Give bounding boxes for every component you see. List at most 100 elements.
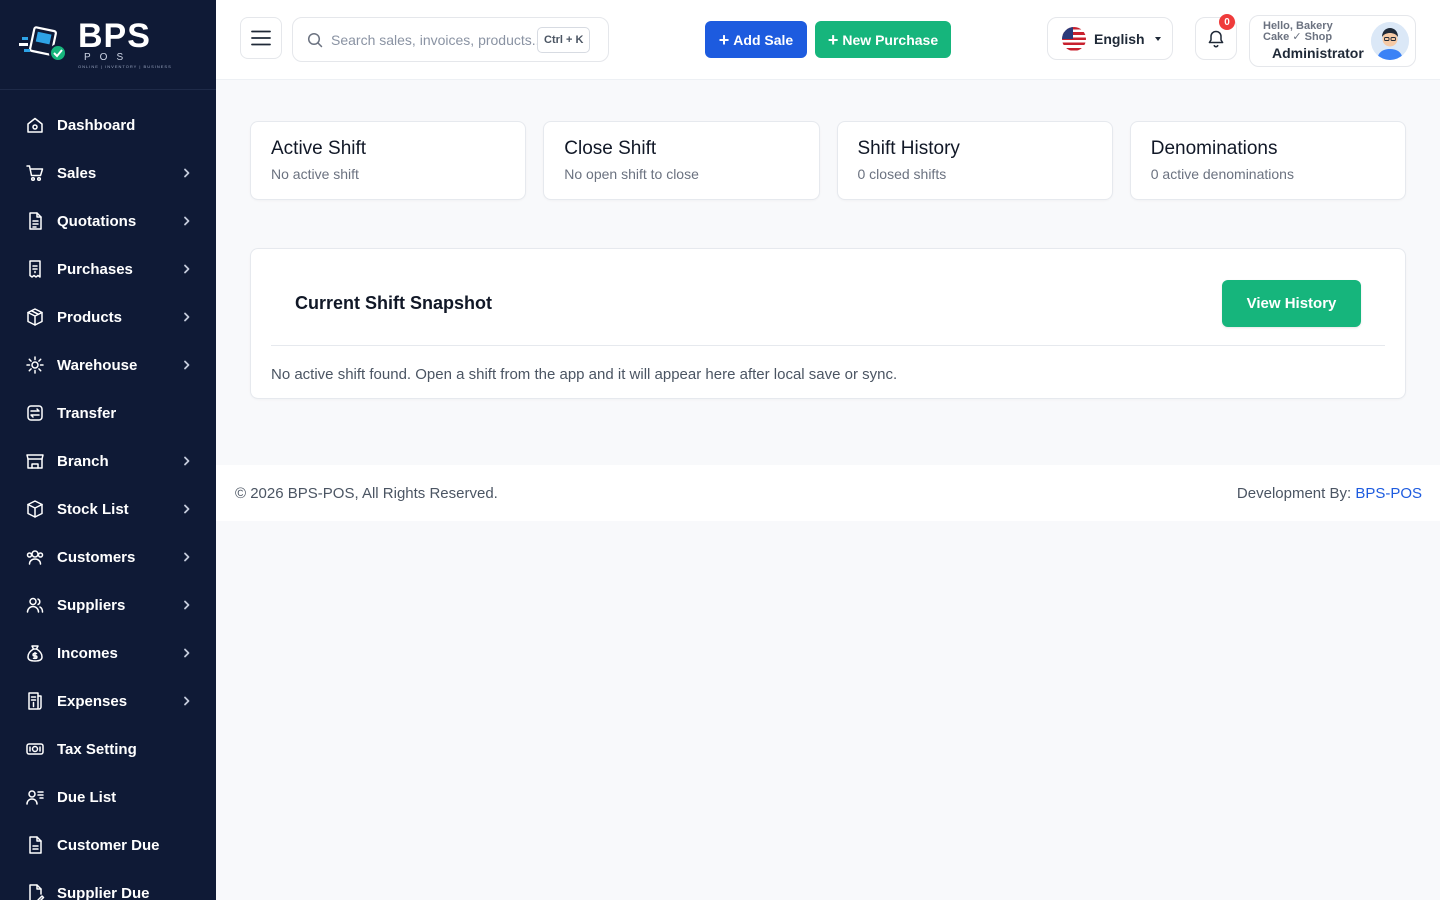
chevron-right-icon (182, 216, 192, 226)
sidebar-item-due-list[interactable]: Due List (0, 773, 216, 821)
new-purchase-label: New Purchase (842, 31, 939, 48)
pos-terminal-icon (18, 23, 70, 67)
card-close-shift[interactable]: Close Shift No open shift to close (543, 121, 820, 200)
language-selector[interactable]: English (1047, 17, 1173, 60)
plus-icon: + (827, 29, 839, 50)
card-subtitle: No active shift (271, 166, 359, 182)
sidebar: BPS POS ONLINE | INVENTORY | BUSINESS Da… (0, 0, 216, 900)
brand-name: BPS (78, 16, 151, 55)
card-title: Close Shift (564, 138, 657, 159)
sidebar-item-label: Products (57, 308, 123, 326)
sidebar-item-products[interactable]: Products (0, 293, 216, 341)
view-history-button[interactable]: View History (1222, 280, 1361, 327)
add-sale-button[interactable]: + Add Sale (705, 21, 807, 58)
chevron-right-icon (182, 312, 192, 322)
sidebar-item-branch[interactable]: Branch (0, 437, 216, 485)
sidebar-item-customers[interactable]: Customers (0, 533, 216, 581)
sidebar-item-label: Expenses (57, 692, 128, 710)
sidebar-item-suppliers[interactable]: Suppliers (0, 581, 216, 629)
card-subtitle: 0 active denominations (1150, 166, 1294, 182)
sidebar-item-transfer[interactable]: Transfer (0, 389, 216, 437)
brand-tagline: ONLINE | INVENTORY | BUSINESS (78, 63, 172, 69)
copyright-text: © 2026 BPS-POS, All Rights Reserved. (235, 485, 498, 502)
panel-title: Current Shift Snapshot (295, 293, 492, 313)
footer: © 2026 BPS-POS, All Rights Reserved. Dev… (216, 465, 1440, 521)
cash-icon (25, 739, 45, 759)
chevron-right-icon (182, 504, 192, 514)
avatar (1371, 22, 1409, 60)
user-list-icon (25, 787, 45, 807)
new-purchase-button[interactable]: + New Purchase (815, 21, 951, 58)
current-shift-snapshot-panel: Current Shift Snapshot View History No a… (250, 248, 1406, 399)
sidebar-item-warehouse[interactable]: Warehouse (0, 341, 216, 389)
sidebar-item-dashboard[interactable]: Dashboard (0, 101, 216, 149)
users-icon (25, 547, 45, 567)
sidebar-item-expenses[interactable]: Expenses (0, 677, 216, 725)
developer-prefix: Development By: (1236, 485, 1356, 502)
menu-toggle-button[interactable] (240, 17, 282, 59)
document-icon (25, 211, 45, 231)
sidebar-item-label: Customer Due (57, 836, 160, 854)
sidebar-item-label: Customers (57, 548, 136, 566)
box-icon (25, 307, 45, 327)
card-title: Active Shift (271, 138, 367, 159)
developer-credit: Development By: BPS-POS (1237, 485, 1422, 502)
sidebar-item-tax-setting[interactable]: Tax Setting (0, 725, 216, 773)
chevron-right-icon (182, 168, 192, 178)
file-edit-icon (25, 883, 45, 900)
warehouse-gear-icon (25, 355, 45, 375)
chevron-right-icon (182, 648, 192, 658)
chevron-right-icon (182, 600, 192, 610)
divider (271, 345, 1385, 346)
chevron-right-icon (182, 456, 192, 466)
home-icon (25, 115, 45, 135)
cube-icon (25, 499, 45, 519)
sidebar-item-customer-due[interactable]: Customer Due (0, 821, 216, 869)
sidebar-item-label: Incomes (57, 644, 118, 662)
sidebar-item-supplier-due[interactable]: Supplier Due (0, 869, 216, 900)
chevron-right-icon (182, 360, 192, 370)
developer-link[interactable]: BPS-POS (1355, 485, 1422, 502)
sidebar-item-quotations[interactable]: Quotations (0, 197, 216, 245)
sidebar-item-stock-list[interactable]: Stock List (0, 485, 216, 533)
us-flag-icon (1062, 26, 1086, 51)
sidebar-nav: Dashboard Sales Quotations Purchases Product… (0, 90, 216, 900)
user-group-icon (25, 595, 45, 615)
shift-summary-cards: Active Shift No active shift Close Shift… (250, 121, 1406, 200)
chevron-right-icon (182, 552, 192, 562)
bill-icon (25, 691, 45, 711)
sidebar-item-label: Tax Setting (57, 740, 137, 758)
plus-icon: + (718, 29, 730, 50)
user-profile-menu[interactable]: Hello, Bakery Cake ✓ Shop Administrator (1249, 15, 1416, 67)
card-denominations[interactable]: Denominations 0 active denominations (1129, 121, 1406, 200)
chevron-right-icon (182, 264, 192, 274)
search-icon (307, 32, 323, 47)
card-active-shift[interactable]: Active Shift No active shift (250, 121, 527, 200)
search-shortcut: Ctrl + K (537, 26, 591, 53)
empty-state-message: No active shift found. Open a shift from… (271, 366, 898, 383)
card-shift-history[interactable]: Shift History 0 closed shifts (836, 121, 1113, 200)
sidebar-item-sales[interactable]: Sales (0, 149, 216, 197)
card-title: Shift History (857, 138, 960, 159)
transfer-icon (25, 403, 45, 423)
sidebar-item-label: Dashboard (57, 116, 136, 134)
brand-logo[interactable]: BPS POS ONLINE | INVENTORY | BUSINESS (0, 0, 216, 90)
language-label: English (1094, 30, 1145, 47)
receipt-icon (25, 259, 45, 279)
sidebar-item-label: Branch (57, 452, 109, 470)
sidebar-item-purchases[interactable]: Purchases (0, 245, 216, 293)
card-subtitle: No open shift to close (564, 166, 699, 182)
sidebar-item-label: Due List (57, 788, 117, 806)
sidebar-item-label: Stock List (57, 500, 129, 518)
search-box[interactable]: Ctrl + K (292, 17, 609, 62)
sidebar-item-label: Warehouse (57, 356, 138, 374)
sidebar-item-label: Suppliers (57, 596, 126, 614)
notification-count-badge: 0 (1219, 14, 1235, 30)
card-subtitle: 0 closed shifts (857, 166, 947, 182)
search-input[interactable] (331, 31, 537, 48)
top-header: Ctrl + K +Add Sale +New Purchase English… (216, 0, 1440, 80)
sidebar-item-incomes[interactable]: Incomes (0, 629, 216, 677)
card-title: Denominations (1150, 138, 1278, 159)
cart-icon (25, 163, 45, 183)
user-role: Administrator (1272, 45, 1364, 61)
